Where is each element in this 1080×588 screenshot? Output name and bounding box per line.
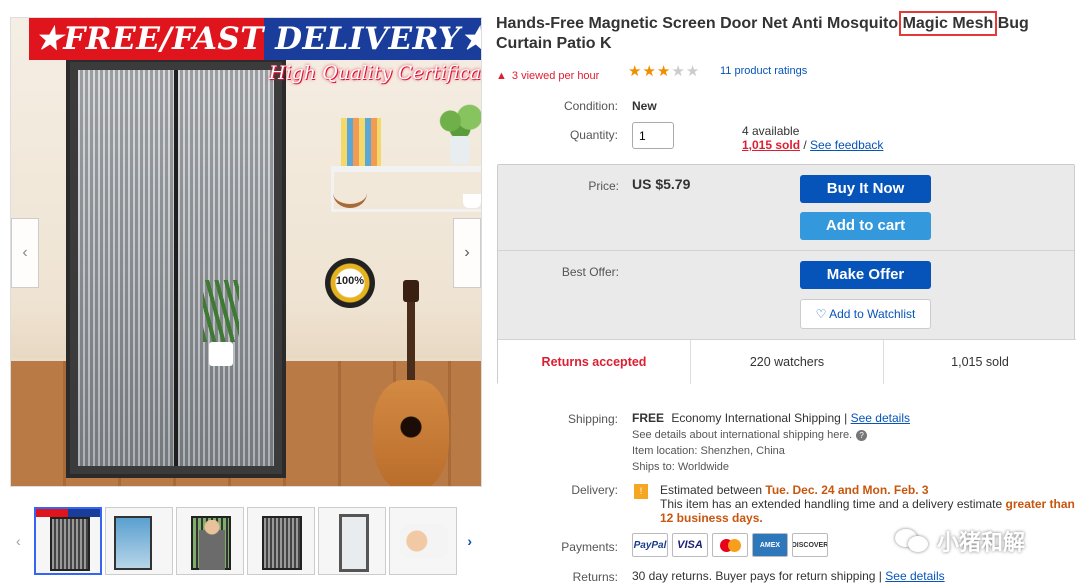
- books: [341, 118, 381, 168]
- thumbnails-prev-button[interactable]: ‹: [16, 533, 21, 549]
- buy-it-now-button[interactable]: Buy It Now: [800, 175, 931, 203]
- make-offer-button[interactable]: Make Offer: [800, 261, 931, 289]
- available-count: 4 available: [742, 124, 800, 138]
- product-title: Hands-Free Magnetic Screen Door Net Anti…: [496, 11, 1029, 52]
- add-to-cart-button[interactable]: Add to cart: [800, 212, 931, 240]
- product-image-viewer[interactable]: 100% ★FREE/FAST DELIVERY★ High Quality C…: [10, 17, 482, 487]
- sold-count-link[interactable]: 1,015 sold: [742, 138, 800, 152]
- next-image-button[interactable]: ›: [453, 218, 481, 288]
- guarantee-badge: 100%: [325, 258, 375, 308]
- cup: [463, 194, 481, 208]
- sold-stat: 1,015 sold: [951, 355, 1009, 369]
- condition-value: New: [632, 99, 657, 113]
- viewed-per-hour: ▲ 3 viewed per hour: [496, 70, 600, 82]
- payment-logos: PayPal VISA AMEX DISCOVER: [632, 533, 828, 557]
- payments-label: Payments:: [561, 540, 618, 554]
- thumbnail-strip: ‹ ›: [10, 505, 482, 579]
- thumbnail-1[interactable]: [34, 507, 102, 575]
- mastercard-logo: [712, 533, 748, 557]
- plant-vase: [436, 102, 481, 164]
- discover-logo: DISCOVER: [792, 533, 828, 557]
- thumbnail-2[interactable]: [105, 507, 173, 575]
- rocking-horse: [333, 178, 367, 208]
- floor-plant: [203, 280, 239, 366]
- item-location: Item location: Shenzhen, China: [632, 445, 785, 457]
- star-empty-icon: ★: [671, 63, 686, 80]
- thumbnail-6[interactable]: [389, 507, 457, 575]
- quantity-label: Quantity:: [569, 128, 618, 142]
- star-empty-icon: ★: [685, 63, 701, 80]
- shipping-value: FREE Economy International Shipping | Se…: [632, 411, 910, 425]
- thumbnail-3[interactable]: [176, 507, 244, 575]
- title-highlight: Magic Mesh: [898, 11, 998, 36]
- thumbnail-4[interactable]: [247, 507, 315, 575]
- quantity-input[interactable]: [632, 122, 674, 149]
- heart-icon: ♡: [815, 307, 827, 321]
- watchers-stat: 220 watchers: [691, 340, 884, 384]
- shipping-note: See details about international shipping…: [632, 429, 868, 441]
- item-stats: Returns accepted 220 watchers 1,015 sold: [498, 339, 1076, 384]
- see-feedback-link[interactable]: See feedback: [810, 138, 883, 152]
- chevron-right-icon: ›: [464, 244, 470, 261]
- visa-logo: VISA: [672, 533, 708, 557]
- wechat-watermark: 小猪和解: [895, 525, 1025, 557]
- returns-policy: 30 day returns. Buyer pays for return sh…: [632, 569, 945, 583]
- best-offer-label: Best Offer:: [561, 265, 619, 279]
- certification-text: High Quality Certification: [269, 62, 482, 84]
- returns-label: Returns:: [572, 570, 618, 584]
- previous-image-button[interactable]: ‹: [11, 218, 39, 288]
- guitar: [371, 280, 451, 486]
- screen-door: [66, 58, 286, 478]
- thumbnails-next-button[interactable]: ›: [467, 533, 472, 549]
- buy-box: Price: US $5.79 Buy It Now Add to cart B…: [497, 164, 1076, 384]
- help-icon[interactable]: ?: [856, 429, 868, 441]
- thumbnail-5[interactable]: [318, 507, 386, 575]
- shipping-details-link[interactable]: See details: [851, 411, 910, 425]
- add-to-watchlist-button[interactable]: ♡ Add to Watchlist: [800, 299, 931, 329]
- price-label: Price:: [588, 179, 619, 193]
- paypal-logo: PayPal: [632, 533, 668, 557]
- star-icon: ★: [628, 63, 643, 80]
- product-ratings-link[interactable]: 11 product ratings: [720, 65, 807, 77]
- delivery-estimate: Estimated between Tue. Dec. 24 and Mon. …: [660, 483, 1075, 525]
- condition-label: Condition:: [563, 99, 618, 113]
- shipping-label: Shipping:: [567, 412, 618, 426]
- free-delivery-banner: ★FREE/FAST DELIVERY★: [29, 18, 481, 60]
- sold-feedback-line: 1,015 sold / See feedback: [742, 138, 884, 152]
- delivery-label: Delivery:: [571, 483, 618, 497]
- returns-details-link[interactable]: See details: [885, 569, 944, 583]
- star-icon: ★: [642, 63, 657, 80]
- returns-accepted-stat: Returns accepted: [498, 340, 691, 384]
- flame-icon: ▲: [496, 70, 507, 82]
- product-photo: 100% ★FREE/FAST DELIVERY★ High Quality C…: [11, 18, 481, 486]
- price-value: US $5.79: [632, 176, 691, 192]
- amex-logo: AMEX: [752, 533, 788, 557]
- ships-to: Ships to: Worldwide: [632, 461, 730, 473]
- chevron-left-icon: ‹: [22, 244, 28, 261]
- wechat-icon: [895, 527, 929, 555]
- warning-icon: !: [634, 484, 648, 499]
- rating-stars[interactable]: ★★★★★: [628, 62, 700, 80]
- star-icon: ★: [656, 63, 672, 80]
